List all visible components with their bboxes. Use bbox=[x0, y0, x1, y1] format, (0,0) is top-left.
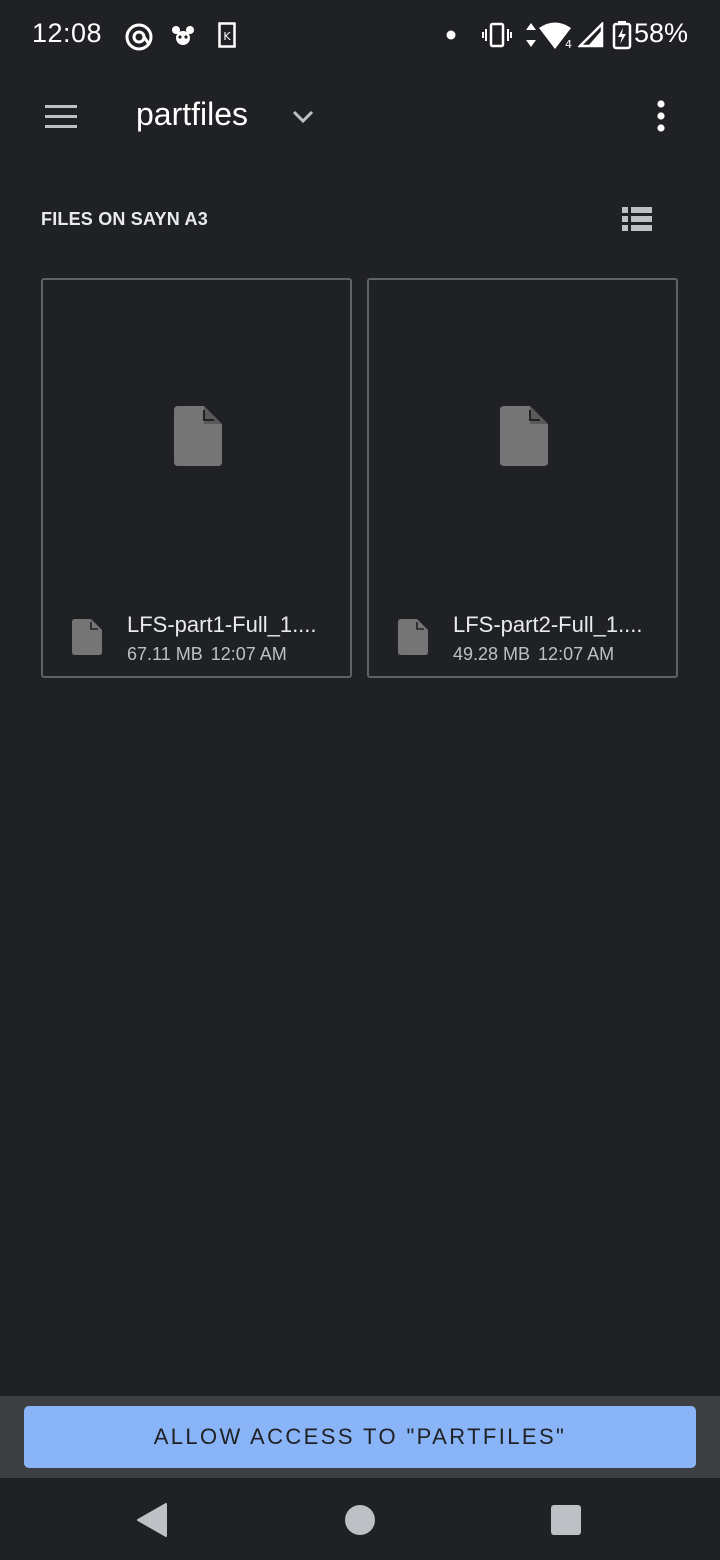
file-icon bbox=[500, 406, 548, 466]
status-bar: 12:08 K 4 58% bbox=[0, 0, 720, 72]
file-meta: 49.28 MB 12:07 AM bbox=[453, 644, 614, 665]
screen: 12:08 K 4 58% partfiles FILES ON SAYN A3… bbox=[0, 0, 720, 1560]
section-title: FILES ON SAYN A3 bbox=[41, 209, 208, 229]
action-panel: ALLOW ACCESS TO "PARTFILES" bbox=[0, 1396, 720, 1478]
allow-access-button[interactable]: ALLOW ACCESS TO "PARTFILES" bbox=[24, 1406, 696, 1468]
file-name: LFS-part2-Full_1.... bbox=[453, 612, 643, 637]
file-icon bbox=[174, 406, 222, 466]
file-card[interactable]: LFS-part1-Full_1.... 67.11 MB 12:07 AM bbox=[41, 278, 352, 678]
wifi-icon: 4 bbox=[539, 22, 572, 50]
menu-button[interactable] bbox=[30, 88, 92, 146]
title-dropdown-button[interactable] bbox=[284, 96, 322, 136]
file-time: 12:07 AM bbox=[210, 644, 287, 664]
file-size: 67.11 MB bbox=[127, 644, 203, 664]
status-time: 12:08 bbox=[32, 18, 103, 48]
file-name: LFS-part1-Full_1.... bbox=[127, 612, 317, 637]
battery-percent: 58% bbox=[633, 18, 688, 48]
file-icon bbox=[72, 619, 102, 655]
bug-icon bbox=[172, 26, 194, 45]
overflow-menu-button[interactable] bbox=[636, 92, 686, 142]
k-card-icon: K bbox=[218, 22, 236, 48]
recents-icon[interactable] bbox=[544, 1498, 588, 1542]
back-icon[interactable] bbox=[130, 1498, 174, 1542]
cell-signal-icon bbox=[578, 22, 604, 48]
svg-text:4: 4 bbox=[565, 38, 572, 50]
battery-charging-icon bbox=[612, 21, 632, 50]
file-time: 12:07 AM bbox=[538, 644, 615, 664]
file-icon bbox=[398, 619, 428, 655]
navigation-bar bbox=[0, 1478, 720, 1560]
file-meta: 67.11 MB 12:07 AM bbox=[127, 644, 287, 665]
more-vert-icon bbox=[657, 100, 665, 132]
view-toggle-button[interactable] bbox=[612, 196, 662, 244]
svg-text:K: K bbox=[223, 30, 231, 43]
page-title[interactable]: partfiles bbox=[136, 96, 248, 133]
dot-icon bbox=[446, 30, 456, 40]
file-size: 49.28 MB bbox=[453, 644, 531, 664]
file-card[interactable]: LFS-part2-Full_1.... 49.28 MB 12:07 AM bbox=[367, 278, 678, 678]
data-arrows-icon bbox=[526, 23, 536, 47]
chevron-down-icon bbox=[292, 110, 314, 124]
at-sign-icon bbox=[125, 23, 153, 51]
home-icon[interactable] bbox=[338, 1498, 382, 1542]
app-bar: partfiles bbox=[0, 72, 720, 162]
menu-icon bbox=[45, 105, 77, 128]
list-view-icon bbox=[622, 207, 652, 231]
vibrate-icon bbox=[482, 22, 512, 48]
